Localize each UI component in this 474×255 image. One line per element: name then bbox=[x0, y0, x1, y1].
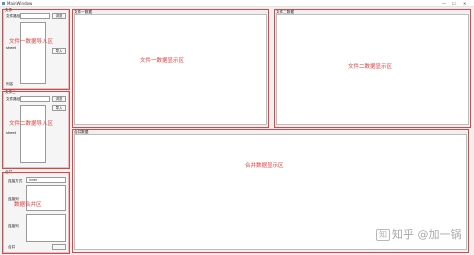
file1-import-highlight bbox=[2, 9, 70, 90]
minimize-icon[interactable]: — bbox=[442, 1, 446, 6]
app-icon bbox=[2, 2, 5, 5]
merge-highlight bbox=[2, 172, 70, 254]
file2-import-highlight bbox=[2, 91, 70, 169]
watermark-logo: 知 bbox=[376, 228, 390, 241]
merged-data-overlay: 合并数据显示区 bbox=[245, 163, 284, 169]
watermark: 知 知乎 @加一锅 bbox=[376, 228, 462, 241]
title-bar bbox=[0, 0, 474, 7]
close-icon[interactable]: ✕ bbox=[463, 1, 466, 6]
watermark-text: 知乎 @加一锅 bbox=[392, 228, 462, 241]
file2-import-overlay: 文件二数据导入区 bbox=[9, 121, 54, 127]
merge-overlay: 数据合并区 bbox=[14, 202, 42, 208]
file2-data-overlay: 文件二数据显示区 bbox=[348, 64, 393, 70]
file1-import-overlay: 文件一数据导入区 bbox=[9, 39, 54, 45]
maximize-icon[interactable]: ☐ bbox=[452, 1, 456, 6]
file1-data-highlight bbox=[72, 9, 269, 128]
file1-data-overlay: 文件一数据显示区 bbox=[140, 58, 185, 64]
window-title: MainWindow bbox=[7, 1, 33, 6]
